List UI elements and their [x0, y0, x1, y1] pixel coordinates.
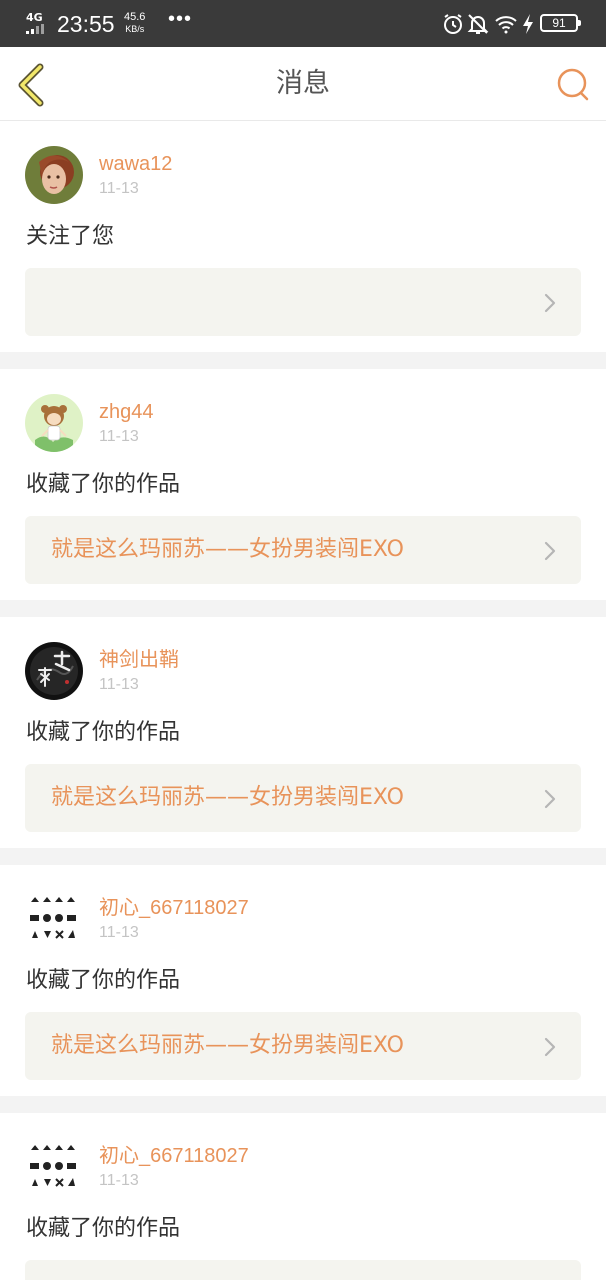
username[interactable]: 初心_667118027: [99, 1143, 249, 1169]
work-title: 就是这么玛丽苏——女扮男装闯EXO: [51, 785, 404, 810]
notification-action: 收藏了你的作品: [26, 1216, 181, 1241]
notification-action: 收藏了你的作品: [26, 472, 181, 497]
username[interactable]: wawa12: [99, 151, 172, 177]
chevron-right-icon: [544, 789, 556, 809]
divider: [0, 848, 606, 865]
work-title: 就是这么玛丽苏——女扮男装闯EXO: [51, 537, 404, 562]
search-icon[interactable]: [554, 67, 592, 103]
user-avatar[interactable]: [25, 146, 83, 204]
notification-action: 收藏了你的作品: [26, 720, 181, 745]
notification-date: 11-13: [99, 428, 139, 445]
notification-date: 11-13: [99, 180, 139, 197]
divider: [0, 1096, 606, 1113]
notification-list: wawa12 11-13 关注了您 zhg44 11-13 收藏了你的作品 就是…: [0, 121, 606, 1280]
work-link[interactable]: [25, 268, 581, 336]
status-bar: 4G 23:55 45.6 KB/s ••• 91: [0, 0, 606, 47]
silent-bell-icon: [467, 14, 489, 34]
network-speed: 45.6 KB/s: [124, 12, 145, 35]
chevron-right-icon: [544, 1037, 556, 1057]
notification-action: 收藏了你的作品: [26, 968, 181, 993]
notification-date: 11-13: [99, 676, 139, 693]
network-speed-value: 45.6: [124, 11, 146, 23]
work-link[interactable]: 就是这么玛丽苏——女扮男装闯EXO: [25, 516, 581, 584]
signal-icon: [26, 24, 48, 34]
notification-item: wawa12 11-13 关注了您: [0, 121, 606, 352]
notification-item: 初心_667118027 11-13 收藏了你的作品 就是这么玛丽苏——女扮男装…: [0, 865, 606, 1096]
user-avatar[interactable]: [25, 642, 83, 700]
user-avatar[interactable]: [25, 394, 83, 452]
divider: [0, 600, 606, 617]
notification-date: 11-13: [99, 924, 139, 941]
header-bar: 消息: [0, 47, 606, 121]
chevron-right-icon: [544, 293, 556, 313]
user-avatar[interactable]: [25, 1138, 83, 1196]
clock-time: 23:55: [57, 11, 115, 37]
notification-item: zhg44 11-13 收藏了你的作品 就是这么玛丽苏——女扮男装闯EXO: [0, 369, 606, 600]
divider: [0, 352, 606, 369]
alarm-icon: [444, 14, 462, 34]
work-link[interactable]: 就是这么玛丽苏——女扮男装闯EXO: [25, 1012, 581, 1080]
notification-date: 11-13: [99, 1172, 139, 1189]
battery-level: 91: [540, 14, 581, 32]
username[interactable]: zhg44: [99, 399, 154, 425]
username[interactable]: 初心_667118027: [99, 895, 249, 921]
work-title: 就是这么玛丽苏——女扮男装闯EXO: [51, 1033, 404, 1058]
chevron-right-icon: [544, 541, 556, 561]
user-avatar[interactable]: [25, 890, 83, 948]
work-link[interactable]: [25, 1260, 581, 1280]
more-notifications-icon: •••: [168, 8, 193, 30]
work-link[interactable]: 就是这么玛丽苏——女扮男装闯EXO: [25, 764, 581, 832]
username[interactable]: 神剑出鞘: [99, 647, 179, 673]
notification-item: 初心_667118027 11-13 收藏了你的作品: [0, 1113, 606, 1280]
page-title: 消息: [276, 68, 330, 99]
wifi-icon: [495, 16, 517, 34]
charging-icon: [523, 14, 533, 34]
notification-item: 神剑出鞘 11-13 收藏了你的作品 就是这么玛丽苏——女扮男装闯EXO: [0, 617, 606, 848]
network-type: 4G: [26, 11, 43, 24]
notification-action: 关注了您: [26, 224, 115, 249]
network-speed-unit: KB/s: [125, 24, 145, 34]
